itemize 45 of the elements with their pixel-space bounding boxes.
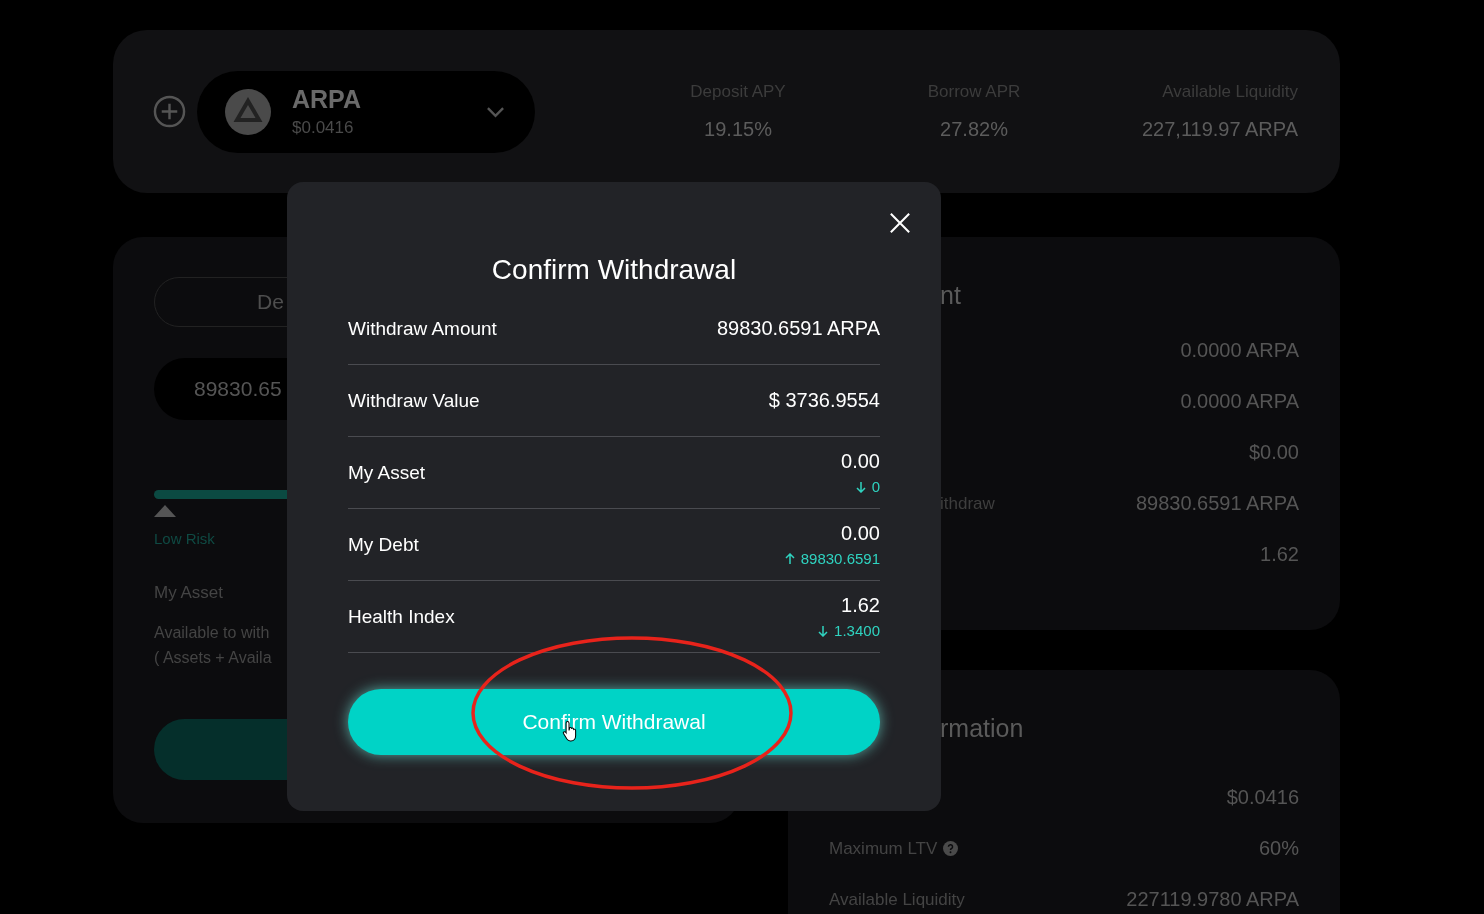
close-icon[interactable]	[889, 212, 911, 234]
row-value: 1.62	[841, 594, 880, 617]
row-value: 0.0000 ARPA	[1180, 390, 1299, 413]
row-value: 0.00	[841, 450, 880, 473]
add-icon[interactable]	[153, 95, 186, 128]
row-value: 60%	[1258, 837, 1299, 860]
row-label: Withdraw Value	[348, 389, 480, 412]
risk-label: Low Risk	[154, 530, 215, 547]
row-label: My Debt	[348, 533, 419, 556]
chevron-down-icon	[486, 105, 505, 118]
token-price: $0.0416	[292, 118, 355, 138]
row-value: $ 3736.9554	[768, 389, 880, 412]
row-label: Maximum LTV	[829, 838, 938, 859]
row-value: 1.62	[1260, 543, 1299, 566]
row-value: 89830.6591 ARPA	[1135, 492, 1299, 515]
row-value: $0.0416	[1226, 786, 1299, 809]
row-label: Health Index	[348, 605, 455, 628]
row-label: My Asset	[348, 461, 426, 484]
help-icon[interactable]	[943, 841, 959, 856]
marker-icon	[154, 505, 176, 517]
stat-value: 27.82%	[940, 118, 1008, 141]
token-logo-icon	[225, 88, 271, 135]
info-text: My Asset	[154, 583, 223, 603]
row-value: 0.00	[841, 522, 880, 545]
token-selector[interactable]: ARPA $0.0416	[197, 70, 535, 153]
change-value: 0	[871, 478, 880, 495]
dialog-title: Confirm Withdrawal	[490, 253, 738, 287]
change-value: 89830.6591	[800, 550, 880, 567]
arrow-down-icon	[855, 480, 866, 493]
row-label: Available Liquidity	[829, 889, 965, 910]
arrow-down-icon	[818, 624, 829, 637]
stat-value: 19.15%	[704, 118, 772, 141]
stat-value: 227,119.97 ARPA	[1141, 118, 1298, 141]
token-symbol: ARPA	[292, 85, 362, 114]
panel-heading: rmation	[939, 714, 1025, 744]
row-label: Withdraw Amount	[348, 317, 497, 340]
row-value: 89830.6591 ARPA	[716, 317, 880, 340]
row-value: $0.00	[1248, 441, 1299, 464]
change-value: 1.3400	[834, 622, 880, 639]
panel-heading: nt	[939, 281, 962, 311]
row-value: 0.0000 ARPA	[1180, 339, 1299, 362]
info-text: ( Assets + Availa	[154, 649, 272, 667]
info-text: Available to with	[154, 624, 270, 642]
row-value: 227119.9780 ARPA	[1126, 888, 1299, 911]
arrow-up-icon	[784, 552, 795, 565]
